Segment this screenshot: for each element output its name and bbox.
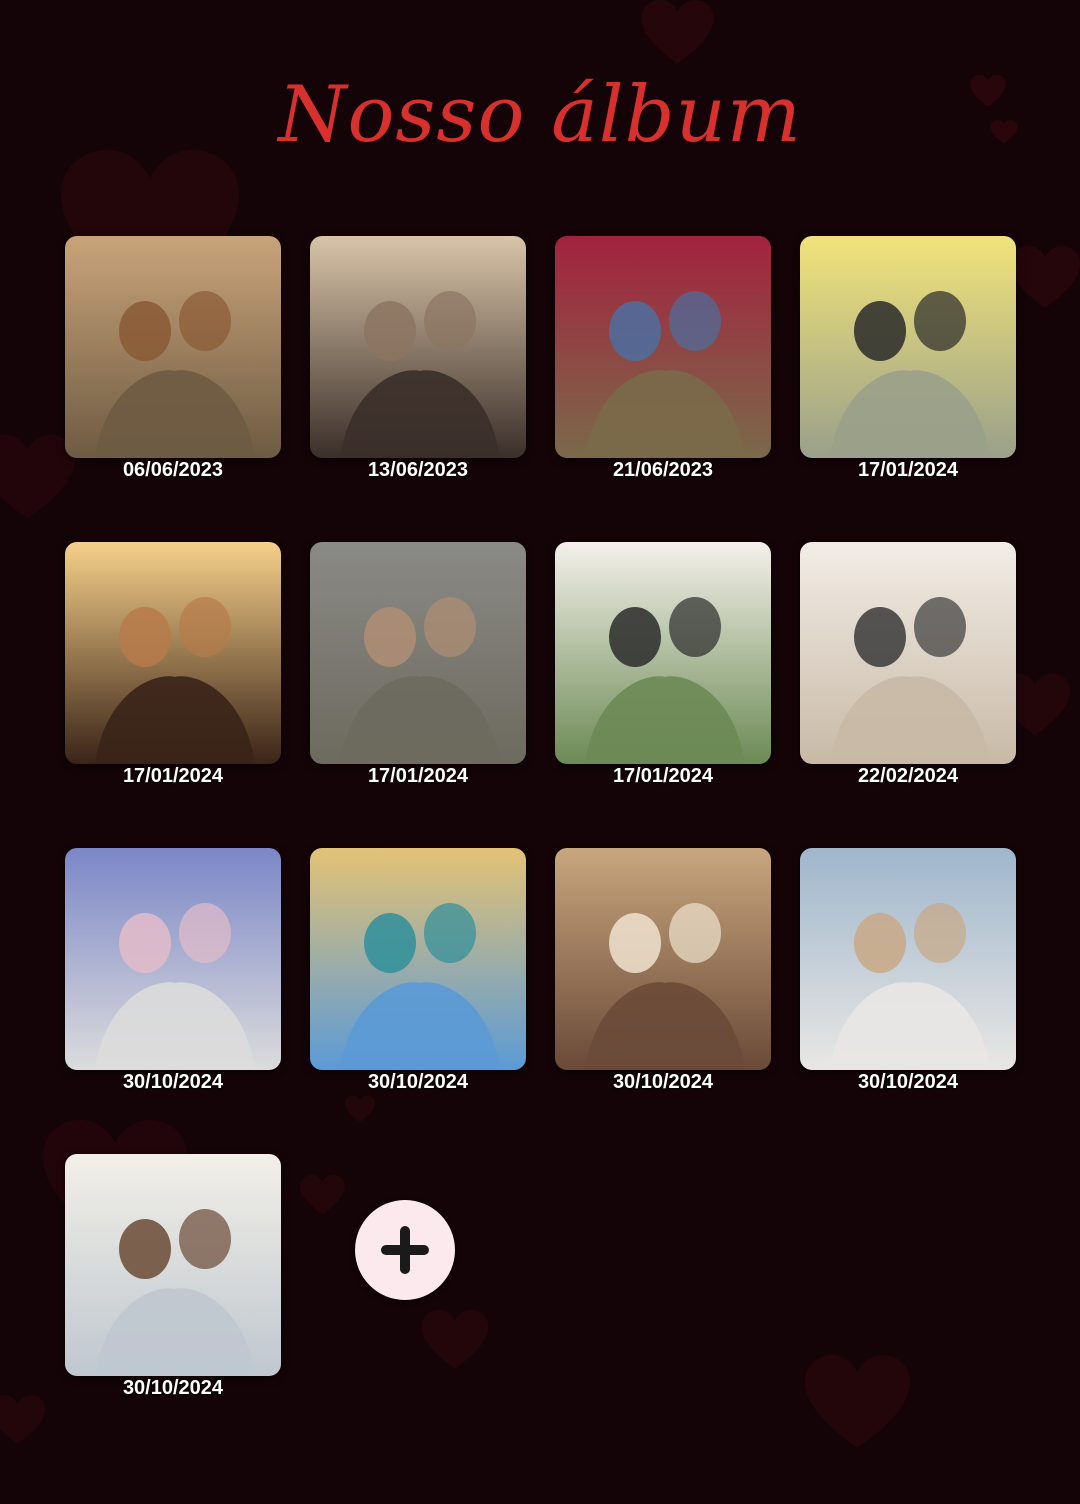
photo-card[interactable]: 17/01/2024 xyxy=(555,542,771,787)
photo-grid: 06/06/2023 13/06/2023 21/06/2023 17/01/2024… xyxy=(65,236,1025,1426)
photo-date: 17/01/2024 xyxy=(122,765,224,787)
photo-date: 17/01/2024 xyxy=(612,765,714,787)
photo-date: 30/10/2024 xyxy=(612,1071,714,1093)
photo-date: 21/06/2023 xyxy=(612,459,714,481)
add-photo-button[interactable] xyxy=(355,1200,455,1300)
photo-card[interactable]: 30/10/2024 xyxy=(310,848,526,1093)
page-title: Nosso álbum xyxy=(278,70,802,160)
photo-thumbnail[interactable] xyxy=(65,236,281,458)
photo-thumbnail[interactable] xyxy=(65,542,281,764)
photo-card[interactable]: 30/10/2024 xyxy=(555,848,771,1093)
heart-decoration-icon xyxy=(640,0,715,65)
photo-date: 30/10/2024 xyxy=(122,1377,224,1399)
photo-card[interactable]: 17/01/2024 xyxy=(310,542,526,787)
photo-thumbnail[interactable] xyxy=(555,542,771,764)
photo-thumbnail[interactable] xyxy=(65,848,281,1070)
photo-card[interactable]: 06/06/2023 xyxy=(65,236,281,481)
photo-thumbnail[interactable] xyxy=(800,848,1016,1070)
photo-thumbnail[interactable] xyxy=(800,542,1016,764)
photo-thumbnail[interactable] xyxy=(310,236,526,458)
photo-thumbnail[interactable] xyxy=(800,236,1016,458)
photo-thumbnail[interactable] xyxy=(555,848,771,1070)
photo-date: 30/10/2024 xyxy=(857,1071,959,1093)
photo-card[interactable]: 17/01/2024 xyxy=(65,542,281,787)
photo-thumbnail[interactable] xyxy=(310,542,526,764)
photo-date: 30/10/2024 xyxy=(122,1071,224,1093)
photo-date: 17/01/2024 xyxy=(857,459,959,481)
photo-card[interactable]: 30/10/2024 xyxy=(65,1154,281,1399)
photo-card[interactable]: 30/10/2024 xyxy=(800,848,1016,1093)
photo-card[interactable]: 22/02/2024 xyxy=(800,542,1016,787)
heart-decoration-icon xyxy=(0,430,75,525)
photo-thumbnail[interactable] xyxy=(555,236,771,458)
photo-card[interactable]: 17/01/2024 xyxy=(800,236,1016,481)
photo-date: 13/06/2023 xyxy=(367,459,469,481)
photo-date: 06/06/2023 xyxy=(122,459,224,481)
heart-decoration-icon xyxy=(0,1390,45,1450)
plus-icon xyxy=(381,1226,429,1274)
photo-card[interactable]: 13/06/2023 xyxy=(310,236,526,481)
photo-card[interactable]: 30/10/2024 xyxy=(65,848,281,1093)
photo-date: 17/01/2024 xyxy=(367,765,469,787)
photo-date: 22/02/2024 xyxy=(857,765,959,787)
photo-thumbnail[interactable] xyxy=(310,848,526,1070)
photo-date: 30/10/2024 xyxy=(367,1071,469,1093)
photo-thumbnail[interactable] xyxy=(65,1154,281,1376)
photo-card[interactable]: 21/06/2023 xyxy=(555,236,771,481)
